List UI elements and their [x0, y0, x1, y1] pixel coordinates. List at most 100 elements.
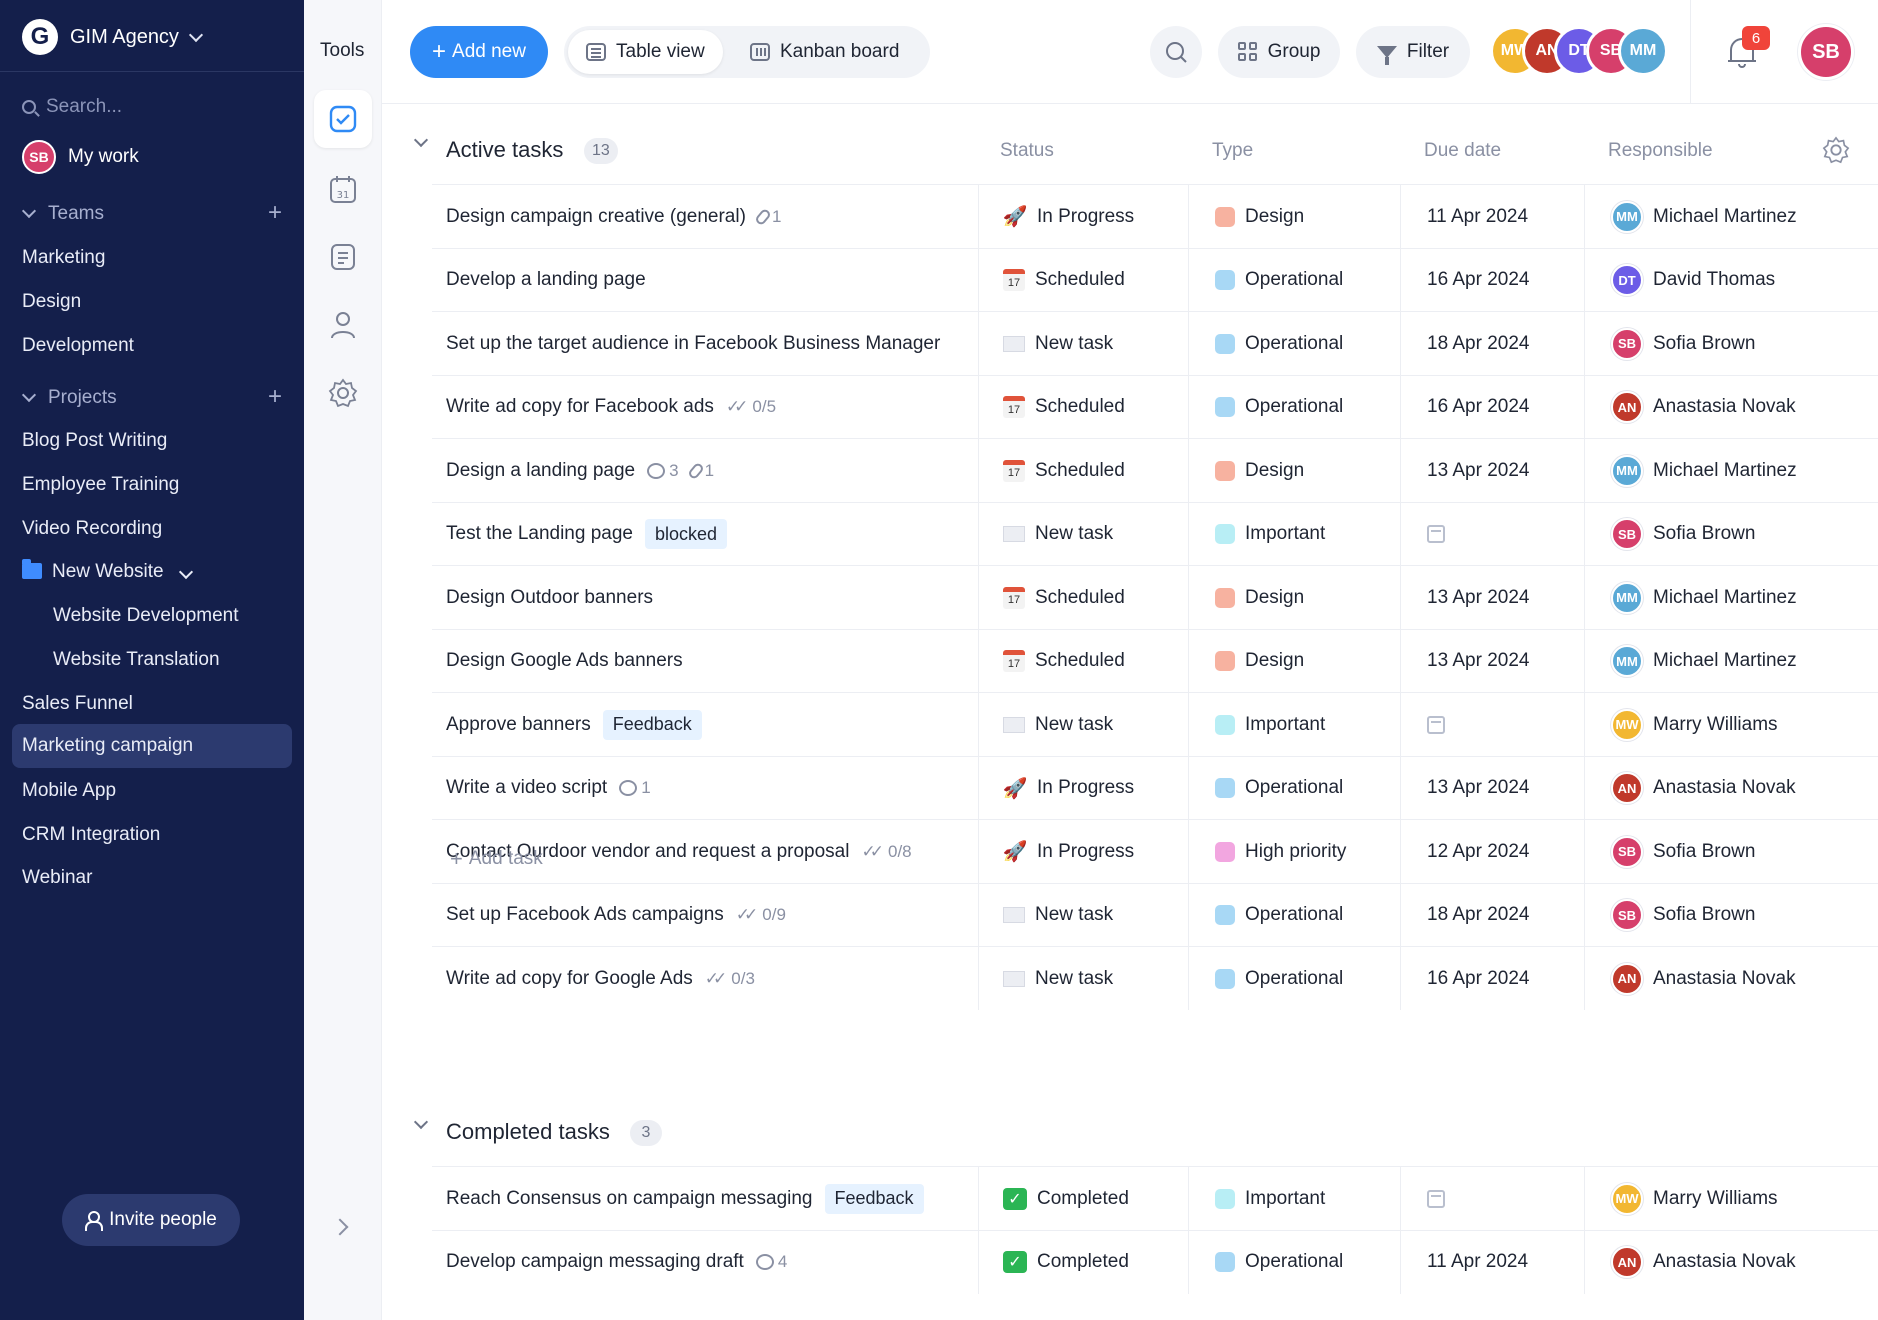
responsible-cell[interactable]: MM Michael Martinez — [1584, 566, 1878, 629]
invite-people-button[interactable]: Invite people — [62, 1194, 240, 1246]
table-row[interactable]: Design Google Ads banners 17 Scheduled Desi… — [432, 628, 1878, 693]
status-cell[interactable]: 17 Scheduled — [978, 248, 1188, 312]
type-cell[interactable]: High priority — [1188, 820, 1400, 883]
status-cell[interactable]: New task — [978, 502, 1188, 566]
table-row[interactable]: Reach Consensus on campaign messaging Fee… — [432, 1166, 1878, 1230]
sidebar-item-project[interactable]: Blog Post Writing — [22, 427, 167, 455]
task-name-cell[interactable]: Design campaign creative (general) 1 — [446, 185, 976, 248]
due-date-cell[interactable]: 16 Apr 2024 — [1400, 947, 1584, 1010]
task-tag[interactable]: blocked — [645, 519, 728, 549]
task-name-cell[interactable]: Develop campaign messaging draft 4 — [446, 1231, 976, 1294]
type-cell[interactable]: Operational — [1188, 756, 1400, 820]
user-avatar[interactable]: SB — [1798, 24, 1854, 80]
task-tag[interactable]: Feedback — [824, 1183, 924, 1214]
column-header-status[interactable]: Status — [1000, 140, 1054, 162]
type-cell[interactable]: Operational — [1188, 248, 1400, 312]
status-cell[interactable]: 17 Scheduled — [978, 375, 1188, 439]
chevron-right-icon[interactable] — [331, 1218, 349, 1236]
tab-table-view[interactable]: Table view — [568, 30, 723, 74]
due-date-cell[interactable]: 13 Apr 2024 — [1400, 566, 1584, 629]
add-project-icon[interactable]: + — [268, 385, 282, 409]
table-row[interactable]: Design a landing page 3 1 17 Scheduled Design… — [432, 438, 1878, 502]
add-task-button[interactable]: + Add task — [450, 846, 543, 872]
sidebar-folder-new-website[interactable]: New Website — [22, 558, 193, 586]
responsible-cell[interactable]: MM Michael Martinez — [1584, 629, 1878, 693]
status-cell[interactable]: 🚀 In Progress — [978, 185, 1188, 248]
type-cell[interactable]: Operational — [1188, 375, 1400, 439]
responsible-cell[interactable]: SB Sofia Brown — [1584, 502, 1878, 566]
responsible-cell[interactable]: MM Michael Martinez — [1584, 439, 1878, 502]
status-cell[interactable]: New task — [978, 693, 1188, 756]
sidebar-item-project[interactable]: CRM Integration — [22, 821, 160, 849]
table-row[interactable]: Write ad copy for Facebook ads ✓✓ 0/5 17 Sch… — [432, 374, 1878, 439]
type-cell[interactable]: Design — [1188, 629, 1400, 693]
responsible-cell[interactable]: MW Marry Williams — [1584, 693, 1878, 756]
tool-people[interactable] — [314, 296, 372, 354]
table-row[interactable]: Develop campaign messaging draft 4 ✓ Comple… — [432, 1229, 1878, 1294]
responsible-cell[interactable]: MM Michael Martinez — [1584, 185, 1878, 248]
responsible-cell[interactable]: SB Sofia Brown — [1584, 820, 1878, 883]
status-cell[interactable]: New task — [978, 947, 1188, 1010]
table-row[interactable]: Test the Landing page blocked New task Impo… — [432, 501, 1878, 566]
table-row[interactable]: Write a video script 1 🚀 In Progress Operati… — [432, 755, 1878, 820]
table-row[interactable]: Contact Ourdoor vendor and request a pro… — [432, 819, 1878, 883]
tool-calendar[interactable]: 31 — [314, 160, 372, 218]
sidebar-item-subproject[interactable]: Website Development — [53, 602, 239, 630]
workspace-switcher[interactable]: G GIM Agency — [22, 19, 204, 55]
responsible-cell[interactable]: DT David Thomas — [1584, 248, 1878, 312]
column-header-type[interactable]: Type — [1212, 140, 1253, 162]
type-cell[interactable]: Important — [1188, 1167, 1400, 1230]
status-cell[interactable]: ✓ Completed — [978, 1230, 1188, 1294]
status-cell[interactable]: New task — [978, 883, 1188, 947]
search-button[interactable] — [1150, 26, 1202, 78]
type-cell[interactable]: Operational — [1188, 883, 1400, 947]
tool-tasks[interactable] — [314, 90, 372, 148]
type-cell[interactable]: Design — [1188, 439, 1400, 502]
column-header-due-date[interactable]: Due date — [1424, 140, 1501, 162]
table-row[interactable]: Set up Facebook Ads campaigns ✓✓ 0/9 New ta… — [432, 882, 1878, 947]
table-row[interactable]: Write ad copy for Google Ads ✓✓ 0/3 New tas… — [432, 946, 1878, 1010]
table-row[interactable]: Design campaign creative (general) 1 🚀 In P… — [432, 184, 1878, 248]
sidebar-item-team[interactable]: Development — [22, 332, 134, 360]
task-name-cell[interactable]: Design Google Ads banners — [446, 630, 976, 693]
sidebar-item-team[interactable]: Design — [22, 288, 81, 316]
sidebar-item-subproject[interactable]: Website Translation — [53, 646, 220, 674]
sidebar-item-team[interactable]: Marketing — [22, 244, 105, 272]
sidebar-item-project[interactable]: Webinar — [22, 864, 92, 892]
column-header-responsible[interactable]: Responsible — [1608, 140, 1713, 162]
teams-group-header[interactable]: Teams + — [21, 201, 282, 225]
table-row[interactable]: Design Outdoor banners 17 Scheduled Design 1… — [432, 565, 1878, 629]
task-name-cell[interactable]: Write ad copy for Facebook ads ✓✓ 0/5 — [446, 376, 976, 439]
task-name-cell[interactable]: Set up Facebook Ads campaigns ✓✓ 0/9 — [446, 884, 976, 947]
tab-kanban-board[interactable]: Kanban board — [732, 30, 917, 74]
responsible-cell[interactable]: SB Sofia Brown — [1584, 312, 1878, 375]
due-date-cell[interactable] — [1400, 1167, 1584, 1230]
due-date-cell[interactable] — [1400, 502, 1584, 566]
due-date-cell[interactable]: 11 Apr 2024 — [1400, 185, 1584, 248]
responsible-cell[interactable]: AN Anastasia Novak — [1584, 1230, 1878, 1294]
due-date-cell[interactable]: 11 Apr 2024 — [1400, 1230, 1584, 1294]
type-cell[interactable]: Important — [1188, 502, 1400, 566]
projects-group-header[interactable]: Projects + — [21, 385, 282, 409]
status-cell[interactable]: 17 Scheduled — [978, 439, 1188, 502]
chevron-down-icon[interactable] — [413, 1114, 429, 1130]
due-date-cell[interactable]: 13 Apr 2024 — [1400, 756, 1584, 820]
sidebar-item-project[interactable]: Sales Funnel — [22, 690, 133, 718]
sidebar-item-project[interactable]: Mobile App — [22, 777, 116, 805]
task-name-cell[interactable]: Design a landing page 3 1 — [446, 439, 976, 502]
task-name-cell[interactable]: Write ad copy for Google Ads ✓✓ 0/3 — [446, 947, 976, 1010]
table-row[interactable]: Develop a landing page 17 Scheduled Operati… — [432, 247, 1878, 312]
status-cell[interactable]: ✓ Completed — [978, 1167, 1188, 1230]
status-cell[interactable]: New task — [978, 312, 1188, 375]
status-cell[interactable]: 🚀 In Progress — [978, 820, 1188, 883]
sidebar-item-project[interactable]: Video Recording — [22, 515, 162, 543]
add-new-button[interactable]: + Add new — [410, 26, 548, 78]
responsible-cell[interactable]: MW Marry Williams — [1584, 1167, 1878, 1230]
task-name-cell[interactable]: Set up the target audience in Facebook B… — [446, 312, 976, 375]
task-name-cell[interactable]: Design Outdoor banners — [446, 566, 976, 629]
responsible-cell[interactable]: AN Anastasia Novak — [1584, 756, 1878, 820]
type-cell[interactable]: Important — [1188, 693, 1400, 756]
type-cell[interactable]: Operational — [1188, 1230, 1400, 1294]
table-row[interactable]: Set up the target audience in Facebook B… — [432, 311, 1878, 375]
column-settings-icon[interactable] — [1822, 136, 1850, 164]
